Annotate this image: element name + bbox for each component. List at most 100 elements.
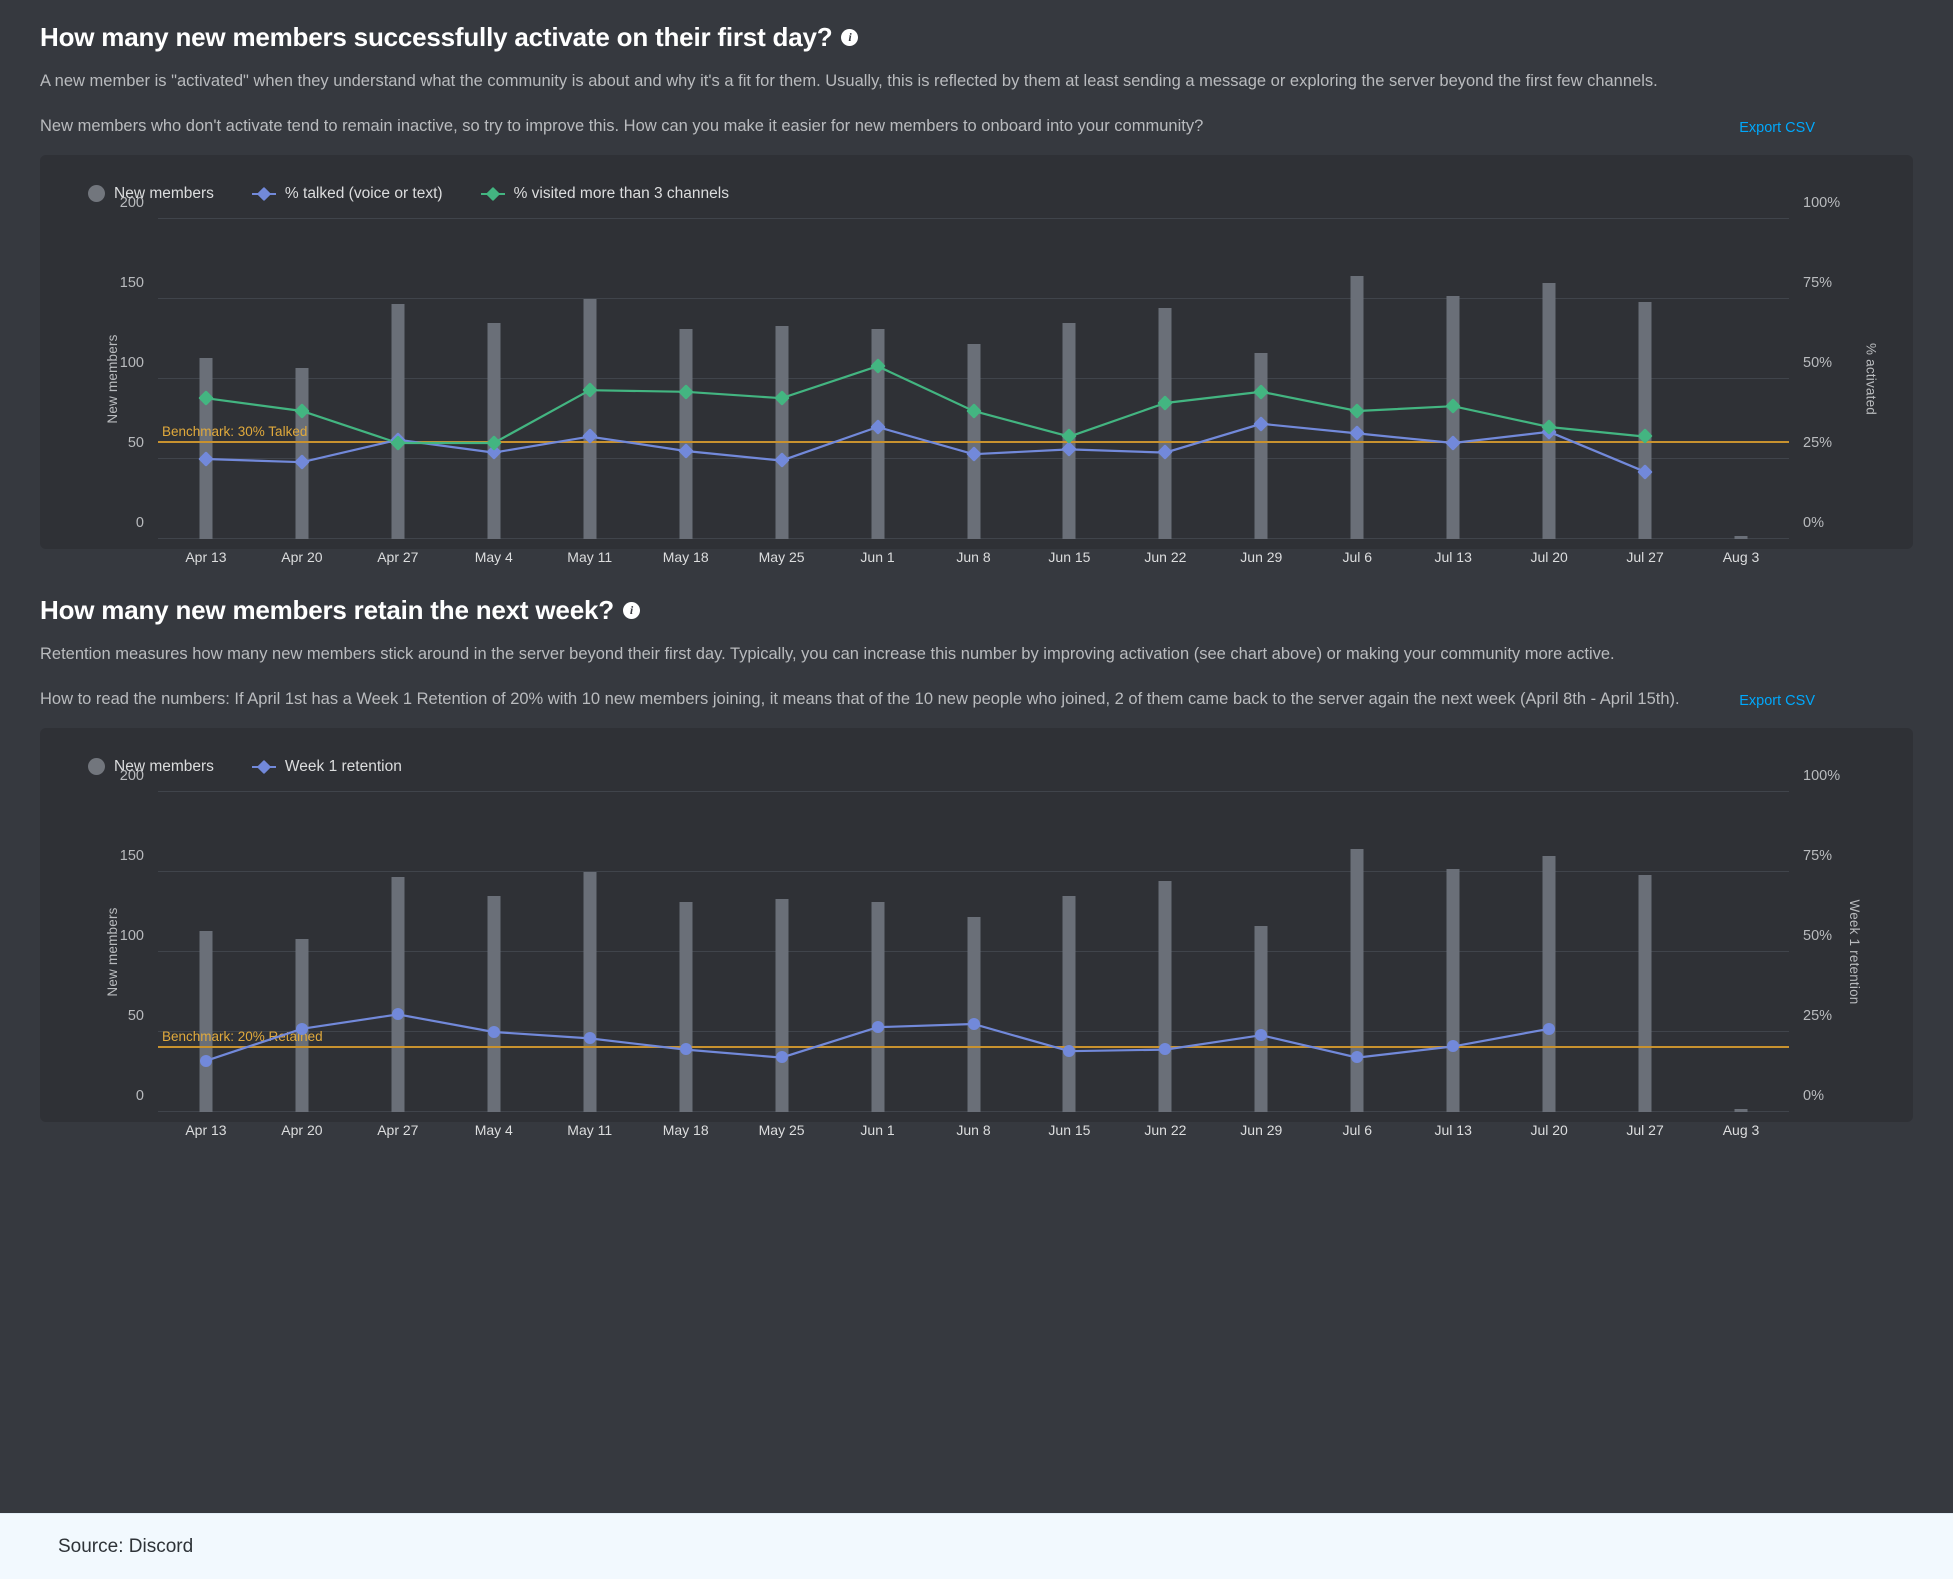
data-point-marker[interactable]: [199, 1054, 212, 1067]
section-retention: How many new members retain the next wee…: [40, 595, 1913, 1138]
x-axis-tick: May 25: [758, 1121, 805, 1138]
section-description-2: New members who don't activate tend to r…: [40, 117, 1204, 136]
x-axis-tick: Apr 27: [377, 1121, 419, 1138]
circle-marker-icon: [88, 185, 105, 203]
plot-area-retention: New members Week 1 retention 0 0% 50 25% 100…: [62, 768, 1891, 1138]
export-csv-link-activation[interactable]: Export CSV: [1739, 118, 1815, 139]
data-point-marker[interactable]: [679, 1043, 692, 1056]
legend-item-talked[interactable]: % talked (voice or text): [251, 184, 443, 203]
x-axis-tick: May 11: [567, 1121, 613, 1138]
section-description-1: Retention measures how many new members …: [40, 644, 1615, 663]
x-axis-tick: Jul 13: [1434, 1121, 1472, 1138]
page-title-retention: How many new members retain the next wee…: [40, 595, 1913, 626]
x-axis-tick: Jul 20: [1530, 1121, 1568, 1138]
x-axis-tick: May 25: [758, 548, 805, 565]
section-description-2-row: New members who don't activate tend to r…: [40, 115, 1815, 138]
legend-item-new-members[interactable]: New members: [88, 185, 214, 203]
x-axis-tick: Jun 1: [860, 1121, 895, 1138]
legend-label: % visited more than 3 channels: [513, 184, 729, 202]
info-icon[interactable]: i: [841, 29, 859, 46]
chart-legend-retention: New members Week 1 retention: [62, 746, 1891, 784]
data-point-marker[interactable]: [871, 1020, 884, 1033]
data-point-marker[interactable]: [1159, 1043, 1172, 1056]
data-point-marker[interactable]: [1063, 1044, 1076, 1057]
x-axis-tick: Jun 1: [860, 548, 895, 565]
x-axis-tick: Apr 27: [377, 548, 419, 565]
y-axis-tick-left: 200: [119, 767, 144, 784]
diamond-line-marker-icon: [251, 187, 276, 201]
x-axis-tick: Jun 15: [1048, 548, 1091, 565]
data-point-marker[interactable]: [391, 1008, 404, 1021]
data-point-marker[interactable]: [1447, 1040, 1460, 1053]
x-axis-tick: Jun 29: [1240, 548, 1283, 565]
section-description-2-row: How to read the numbers: If April 1st ha…: [40, 688, 1815, 711]
series-line: [206, 366, 1645, 443]
y-axis-tick-right: 75%: [1803, 847, 1833, 864]
x-axis-tick: May 18: [662, 1121, 709, 1138]
y-axis-tick-right: 50%: [1803, 354, 1833, 371]
y-axis-title-right: % activated: [1863, 342, 1879, 415]
y-axis-tick-left: 100: [119, 354, 144, 371]
legend-label: % talked (voice or text): [284, 184, 443, 202]
source-label: Source: Discord: [58, 1535, 194, 1557]
x-axis-tick: Apr 13: [185, 1121, 227, 1138]
y-axis-title-left: New members: [105, 907, 121, 997]
x-axis-tick: Aug 3: [1722, 1121, 1760, 1138]
x-axis-tick: Jul 27: [1626, 1121, 1664, 1138]
data-point-marker[interactable]: [967, 1017, 980, 1030]
section-activation: How many new members successfully activa…: [40, 22, 1913, 565]
x-axis-tick: Jul 6: [1342, 548, 1373, 565]
x-axis-tick: Apr 20: [281, 548, 323, 565]
dashboard-content: How many new members successfully activa…: [0, 0, 1953, 1513]
x-axis-tick: Jul 27: [1626, 548, 1664, 565]
section-description-2: How to read the numbers: If April 1st ha…: [40, 690, 1680, 709]
y-axis-tick-left: 200: [119, 194, 144, 211]
x-axis-tick: Jul 6: [1342, 1121, 1373, 1138]
legend-item-visited[interactable]: % visited more than 3 channels: [480, 184, 729, 203]
y-axis-title-left: New members: [105, 334, 121, 424]
x-axis-tick: Jul 20: [1530, 548, 1568, 565]
x-axis-tick: Jun 29: [1240, 1121, 1283, 1138]
y-axis-title-right: Week 1 retention: [1846, 899, 1862, 1005]
y-axis-tick-left: 100: [119, 927, 144, 944]
y-axis-tick-right: 100%: [1803, 194, 1841, 211]
x-axis-tick: Jul 13: [1434, 548, 1472, 565]
y-axis-tick-right: 25%: [1803, 434, 1833, 451]
data-point-marker[interactable]: [1351, 1051, 1364, 1064]
data-point-marker[interactable]: [775, 1051, 788, 1064]
y-axis-tick-right: 0%: [1803, 1087, 1824, 1104]
data-point-marker[interactable]: [487, 1025, 500, 1038]
section-title-text: How many new members successfully activa…: [40, 22, 833, 52]
x-axis-tick: Jun 8: [956, 1121, 991, 1138]
x-axis-tick: May 4: [474, 1121, 513, 1138]
x-axis-tick: Jun 22: [1144, 1121, 1187, 1138]
data-point-marker[interactable]: [583, 1032, 596, 1045]
y-axis-tick-left: 50: [127, 1007, 144, 1024]
data-point-marker[interactable]: [1255, 1028, 1268, 1041]
plot-area-activation: New members % activated 0 0% 50 25% 100 50% 15…: [62, 195, 1891, 565]
y-axis-tick-right: 50%: [1803, 927, 1833, 944]
y-axis-tick-left: 50: [127, 434, 144, 451]
info-icon[interactable]: i: [622, 601, 640, 619]
data-point-marker[interactable]: [295, 1022, 308, 1035]
chart-card-retention: New members Week 1 retention New members…: [40, 727, 1913, 1138]
y-axis-tick-left: 150: [119, 847, 144, 864]
legend-item-week1-retention[interactable]: Week 1 retention: [251, 758, 402, 776]
x-axis-tick: Aug 3: [1722, 548, 1760, 565]
x-axis-tick: May 18: [662, 548, 709, 565]
footer-source-bar: Source: Discord: [0, 1513, 1953, 1579]
plot-canvas: 0 0% 50 25% 100 50% 150 75% 200 100% Benchmark: 20…: [120, 768, 1840, 1138]
x-axis-tick: Apr 13: [185, 548, 227, 565]
data-point-marker[interactable]: [1543, 1022, 1556, 1035]
circle-marker-icon: [88, 758, 105, 776]
series-line: [206, 424, 1645, 472]
line-series-layer: [158, 219, 1789, 539]
y-axis-tick-right: 0%: [1803, 514, 1824, 531]
legend-item-new-members[interactable]: New members: [88, 758, 214, 776]
x-axis-tick: Jun 8: [956, 548, 991, 565]
y-axis-tick-left: 0: [135, 1087, 144, 1104]
page-title-activation: How many new members successfully activa…: [40, 22, 1913, 53]
chart-card-activation: New members % talked (voice or text) % v…: [40, 154, 1913, 565]
chart-legend-activation: New members % talked (voice or text) % v…: [62, 173, 1891, 211]
export-csv-link-retention[interactable]: Export CSV: [1739, 691, 1815, 712]
